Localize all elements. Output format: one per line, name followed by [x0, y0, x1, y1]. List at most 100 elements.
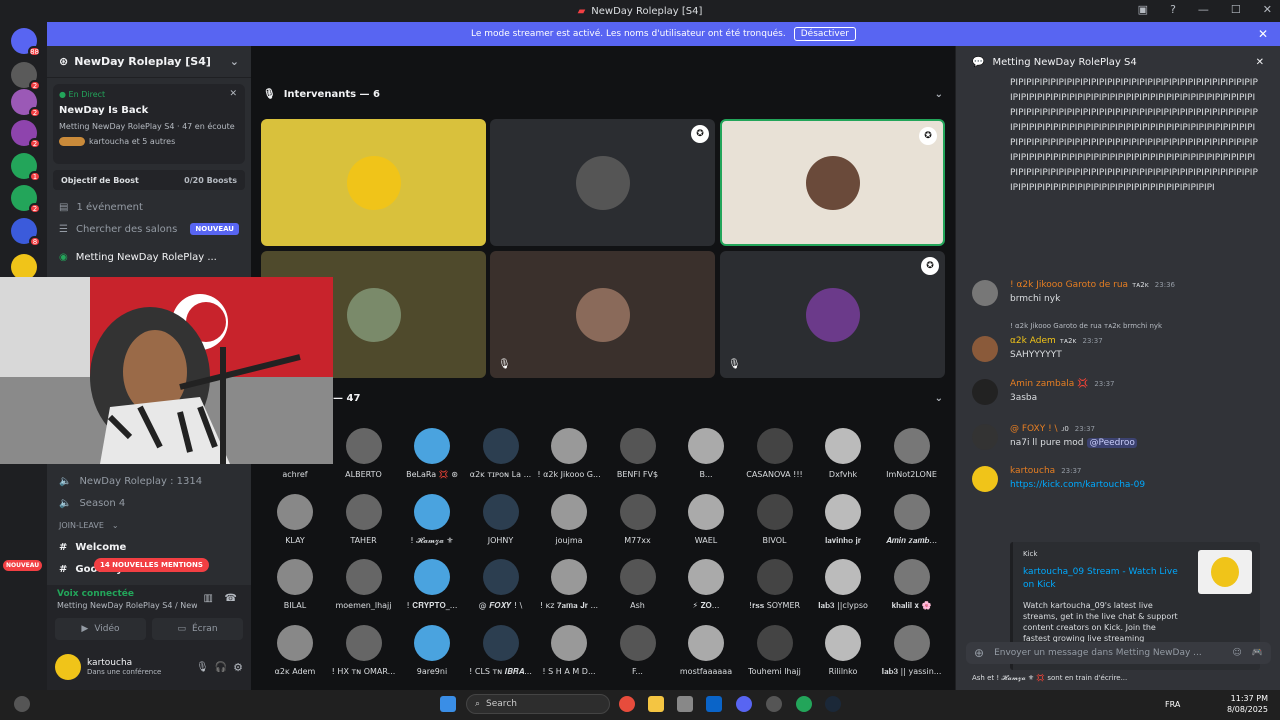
- voice-channel-active[interactable]: ◉ Metting NewDay RolePlay ...: [47, 246, 251, 268]
- server-icon[interactable]: 2: [11, 89, 41, 118]
- speaker-tile[interactable]: ✪ 🎙: [720, 251, 945, 378]
- audience-member[interactable]: ImNot2LONE: [878, 428, 946, 479]
- embed-title[interactable]: kartoucha_09 Stream - Watch Live on Kick: [1023, 566, 1183, 592]
- app-icon[interactable]: [766, 696, 782, 712]
- audience-member[interactable]: α2ᴋ Adem: [261, 624, 329, 676]
- message-input[interactable]: ⊕ Envoyer un message dans Metting NewDay…: [966, 642, 1271, 664]
- guild-header[interactable]: ⊛ NewDay Roleplay [S4] ⌄: [47, 46, 251, 78]
- steam-icon[interactable]: [825, 696, 841, 712]
- message-author[interactable]: ! α2k Jikooo Garoto de rua ᴛᴀ2ᴋ 23:36: [1010, 280, 1175, 290]
- search-input[interactable]: ⌕ Search: [466, 694, 610, 714]
- audience-member[interactable]: JOHNY: [467, 493, 535, 545]
- audience-member[interactable]: BeLaRa 💢 ⊛: [398, 428, 466, 479]
- audience-member[interactable]: ! HX ᴛɴ OMAR...: [330, 624, 398, 676]
- server-icon[interactable]: 8: [11, 218, 41, 247]
- close-icon[interactable]: ✕: [229, 89, 237, 99]
- audience-member[interactable]: M77xx: [604, 493, 672, 545]
- audience-member[interactable]: ALBERTO: [330, 428, 398, 479]
- avatar[interactable]: [55, 654, 81, 680]
- disable-streamer-button[interactable]: Désactiver: [793, 27, 856, 41]
- audience-member[interactable]: CASANOVA !!!: [741, 428, 809, 479]
- voice-channel-path[interactable]: Metting NewDay RolePlay S4 / NewDay R...: [57, 601, 197, 610]
- audience-member[interactable]: 9are9ni: [398, 624, 466, 676]
- audience-member[interactable]: ! ᴋᴢ 𝟕𝐚𝐦𝐚 𝐉𝐫 ...: [535, 559, 603, 611]
- audience-member[interactable]: !𝐫𝐬𝐬 SOYMER: [741, 559, 809, 611]
- audience-member[interactable]: Rililnko: [809, 624, 877, 676]
- speaker-tile[interactable]: ✪: [720, 119, 945, 246]
- message-author[interactable]: kartoucha 23:37: [1010, 466, 1081, 476]
- chevron-down-icon[interactable]: ⌄: [935, 393, 943, 404]
- emoji-icon[interactable]: ☺: [1232, 648, 1241, 658]
- audience-member[interactable]: WAEL: [672, 493, 740, 545]
- server-icon[interactable]: 88: [11, 28, 41, 57]
- message-author[interactable]: Amin zambala 💢 23:37: [1010, 379, 1115, 389]
- browse-channels-link[interactable]: ☰ Chercher des salons NOUVEAU: [47, 218, 251, 240]
- audience-member[interactable]: ! 𝐂𝐑𝐘𝐏𝐓𝐎_...: [398, 559, 466, 611]
- avatar[interactable]: [972, 379, 998, 405]
- inbox-icon[interactable]: ▣: [1138, 3, 1148, 16]
- message-author[interactable]: α2k Adem ᴛᴀ2ᴋ 23:37: [1010, 336, 1103, 346]
- channel-newday[interactable]: 🔈 NewDay Roleplay : 1314: [47, 470, 251, 492]
- speaker-tile[interactable]: [261, 119, 486, 246]
- audience-member[interactable]: ⚡ 𝐙𝐎...: [672, 559, 740, 611]
- message-link[interactable]: https://kick.com/kartoucha-09: [1010, 480, 1145, 490]
- audience-member[interactable]: @ 𝑭𝑶𝑿𝒀 ! \: [467, 559, 535, 611]
- avatar[interactable]: [972, 424, 998, 450]
- audience-member[interactable]: BENFI FV$: [604, 428, 672, 479]
- audience-member[interactable]: ! CLS ᴛɴ 𝑰𝑩𝑹𝑨...: [467, 624, 535, 677]
- speaker-tile[interactable]: 🎙: [490, 251, 715, 378]
- audience-member[interactable]: Ash: [604, 559, 672, 610]
- add-icon[interactable]: ⊕: [974, 646, 984, 660]
- minimize-button[interactable]: —: [1198, 3, 1209, 16]
- mentions-pill[interactable]: 14 NOUVELLES MENTIONS: [94, 558, 209, 572]
- discord-icon[interactable]: [736, 696, 752, 712]
- maximize-button[interactable]: ☐: [1231, 3, 1241, 16]
- outlook-icon[interactable]: [706, 696, 722, 712]
- audience-member[interactable]: F...: [604, 624, 672, 676]
- message-author[interactable]: @ FOXY ! \ ᴊ0 23:37: [1010, 424, 1095, 434]
- noise-icon[interactable]: ▥: [204, 593, 213, 604]
- language-indicator[interactable]: FRA: [1165, 700, 1180, 709]
- user-mention[interactable]: @Peedroo: [1087, 438, 1137, 448]
- new-pill[interactable]: NOUVEAU: [3, 560, 43, 571]
- settings-icon[interactable]: ⚙: [233, 661, 243, 674]
- audience-member[interactable]: TAHER: [330, 493, 398, 545]
- audience-member[interactable]: 𝐥𝐚𝐯𝐢𝐧𝐡𝐨 𝐣𝐫: [809, 493, 877, 546]
- disconnect-icon[interactable]: ☎: [225, 593, 237, 604]
- server-icon[interactable]: 1: [11, 153, 41, 182]
- audience-member[interactable]: ! 𝓗𝓪𝓶𝔃𝓪 ⚜: [398, 493, 466, 546]
- channel-season[interactable]: 🔈 Season 4: [47, 492, 251, 514]
- audience-member[interactable]: 𝐤𝐡𝐚𝐥𝐢𝐥 𝐱 🌸: [878, 559, 946, 611]
- clock[interactable]: 11:37 PM 8/08/2025: [1227, 693, 1268, 715]
- speaker-tile[interactable]: ✪: [490, 119, 715, 246]
- reply-preview[interactable]: ! α2k Jikooo Garoto de rua ᴛᴀ2ᴋ brmchi n…: [1010, 322, 1162, 330]
- audience-member[interactable]: Dxfvhk: [809, 428, 877, 479]
- audience-member[interactable]: BILAL: [261, 559, 329, 610]
- microphone-icon[interactable]: 🎙: [196, 662, 209, 673]
- start-icon[interactable]: [440, 696, 456, 712]
- store-icon[interactable]: [677, 696, 693, 712]
- chrome-icon[interactable]: [796, 696, 812, 712]
- audience-member[interactable]: 𝐈𝐚𝐛𝟑 ||clypso: [809, 559, 877, 611]
- close-window-button[interactable]: ✕: [1263, 3, 1272, 16]
- audience-member[interactable]: moemen_lhajj: [330, 559, 398, 610]
- audience-member[interactable]: mostfaaaaaa: [672, 624, 740, 676]
- server-icon[interactable]: 2: [11, 185, 41, 214]
- audience-member[interactable]: B...: [672, 428, 740, 479]
- chevron-down-icon[interactable]: ⌄: [935, 89, 943, 100]
- screen-button[interactable]: ▭ Écran: [152, 618, 243, 640]
- game-icon[interactable]: 🎮: [1252, 648, 1263, 658]
- audience-member[interactable]: ! α2k Jikooo G...: [535, 428, 603, 479]
- audience-member[interactable]: 𝑨𝒎𝒊𝒏 𝒛𝒂𝒎𝒃...: [878, 493, 946, 546]
- audience-member[interactable]: α2ᴋ ᴛɪᴘᴏɴ La ...: [467, 428, 535, 479]
- widgets-icon[interactable]: [14, 696, 30, 712]
- category-join-leave[interactable]: JOIN-LEAVE ⌄: [47, 514, 251, 536]
- channel-welcome[interactable]: # Welcome: [47, 536, 251, 558]
- audience-member[interactable]: ! S H A M D...: [535, 624, 603, 676]
- audience-member[interactable]: KLAY: [261, 493, 329, 545]
- boost-goal[interactable]: Objectif de Boost 0/20 Boosts: [53, 170, 245, 190]
- chrome-icon[interactable]: [619, 696, 635, 712]
- audience-member[interactable]: joujma: [535, 493, 603, 545]
- audience-member[interactable]: 𝐈𝐚𝐛𝟑 || yassin...: [878, 624, 946, 677]
- events-link[interactable]: ▤ 1 événement: [47, 196, 251, 218]
